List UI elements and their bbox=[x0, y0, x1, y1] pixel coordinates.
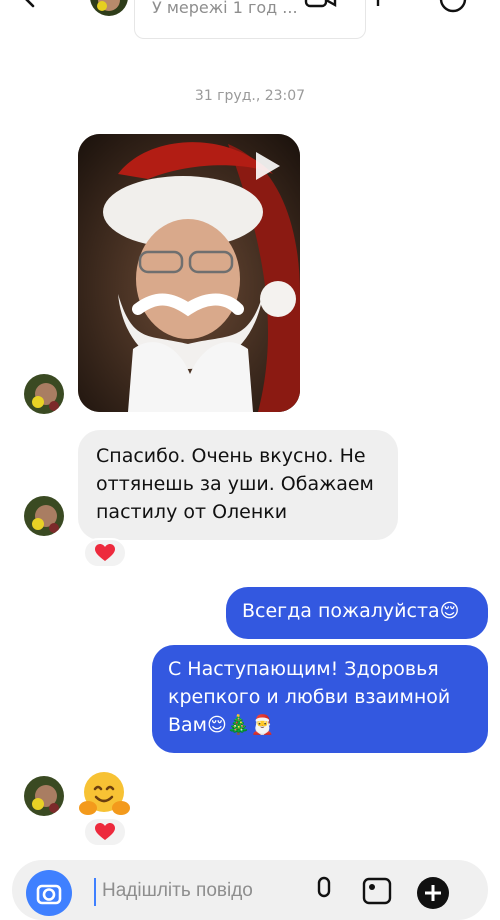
add-icon[interactable] bbox=[416, 876, 450, 910]
sender-avatar[interactable] bbox=[24, 374, 64, 414]
sender-avatar[interactable] bbox=[24, 496, 64, 536]
video-message[interactable] bbox=[78, 134, 300, 412]
more-options-icon[interactable] bbox=[438, 0, 468, 14]
chat-header: У мережі 1 год ... bbox=[0, 0, 500, 44]
gallery-icon[interactable] bbox=[362, 876, 392, 906]
message-input[interactable] bbox=[102, 876, 302, 906]
message-timestamp: 31 груд., 23:07 bbox=[194, 88, 306, 104]
info-flag-icon[interactable] bbox=[370, 0, 386, 10]
microphone-icon[interactable] bbox=[314, 876, 334, 906]
contact-avatar[interactable] bbox=[90, 0, 128, 16]
camera-button[interactable] bbox=[26, 870, 72, 916]
outgoing-message[interactable]: С Наступающим! Здоровья крепкого и любви… bbox=[152, 645, 488, 753]
camera-icon bbox=[36, 884, 62, 905]
hugging-face-icon bbox=[79, 772, 130, 815]
heart-reaction[interactable] bbox=[83, 538, 127, 568]
santa-video-thumbnail bbox=[78, 134, 300, 412]
sender-avatar[interactable] bbox=[24, 776, 64, 816]
outgoing-message[interactable]: Всегда пожалуйста😌 bbox=[226, 587, 488, 639]
back-arrow-icon[interactable] bbox=[20, 0, 40, 8]
heart-icon bbox=[95, 823, 115, 840]
message-composer bbox=[12, 860, 488, 920]
emoji-message[interactable] bbox=[78, 770, 134, 820]
contact-status: У мережі 1 год ... bbox=[152, 0, 298, 17]
incoming-message[interactable]: Спасибо. Очень вкусно. Не оттянешь за уш… bbox=[78, 430, 398, 540]
heart-reaction[interactable] bbox=[83, 817, 127, 847]
heart-icon bbox=[95, 544, 115, 561]
text-cursor bbox=[94, 878, 96, 906]
video-call-icon[interactable] bbox=[304, 0, 338, 10]
